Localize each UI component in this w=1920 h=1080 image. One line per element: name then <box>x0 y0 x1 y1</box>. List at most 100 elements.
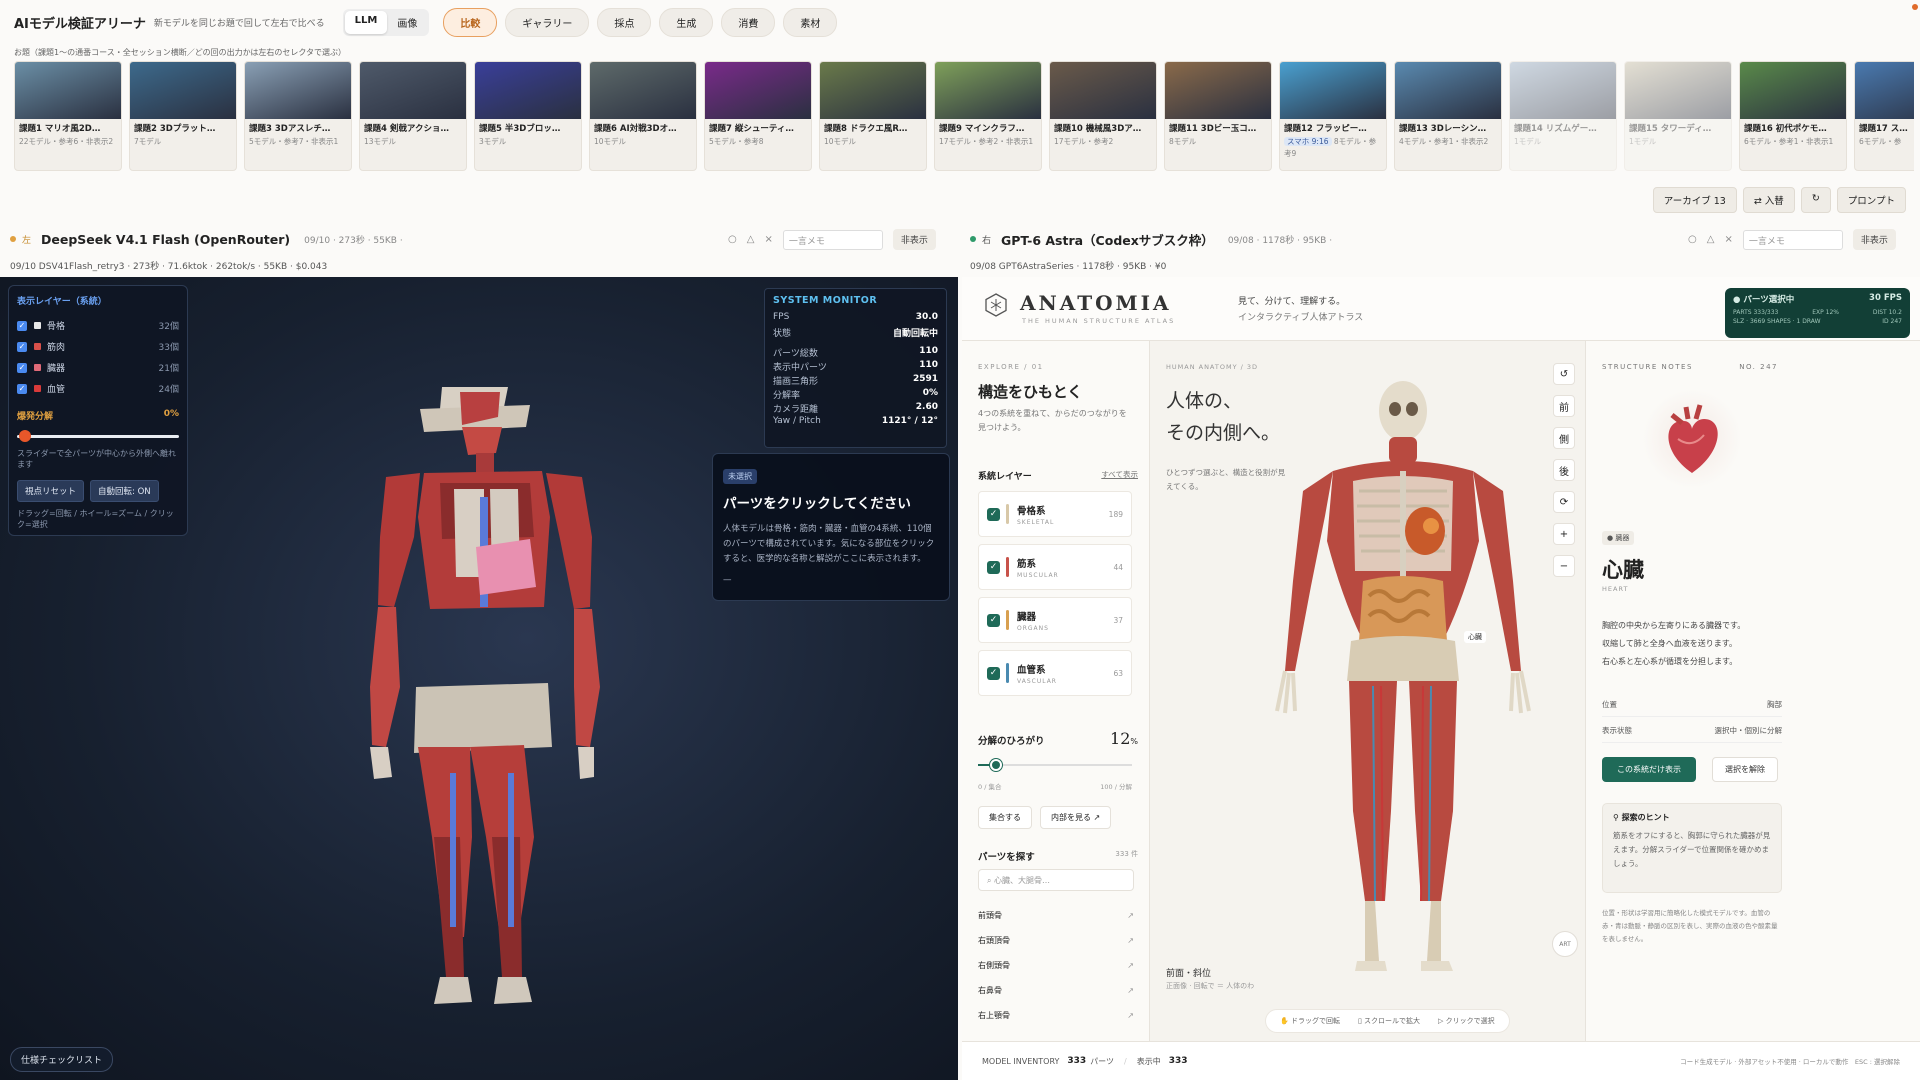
task-card[interactable]: 課題4 剣戟アクショ… 13モデル <box>359 61 467 171</box>
left-hide-button[interactable]: 非表示 <box>892 229 936 250</box>
refresh-button[interactable]: ↻ <box>1800 187 1831 213</box>
tagline-sub: インタラクティブ人体アトラス <box>1238 313 1364 323</box>
task-card[interactable]: 課題6 AI対戦3Dオ… 10モデル <box>589 61 697 171</box>
nav-generate[interactable]: 生成 <box>659 7 714 37</box>
spec-checklist-button[interactable]: 仕様チェックリスト <box>10 1047 114 1072</box>
task-card[interactable]: 課題15 タワーディ… 1モデル <box>1624 61 1732 171</box>
mode-image[interactable]: 画像 <box>387 11 427 34</box>
task-card[interactable]: 課題1 マリオ風2D… 22モデル・参考6・非表示2 <box>14 61 122 171</box>
right-hide-button[interactable]: 非表示 <box>1852 229 1896 250</box>
layer-card-vascular[interactable]: ✓ 血管系 VASCULAR 63 <box>978 650 1132 696</box>
pointer-icon: ▷ <box>1438 1017 1446 1025</box>
organ-category-badge: ● 臓器 <box>1602 531 1635 545</box>
archive-button[interactable]: アーカイブ 13 <box>1652 187 1737 213</box>
show-all-link[interactable]: すべて表示 <box>1101 469 1138 482</box>
left-memo-input[interactable]: 一言メモ <box>782 229 883 250</box>
nav-usage[interactable]: 消費 <box>721 7 776 37</box>
zoom-out-icon[interactable]: − <box>1553 555 1575 577</box>
left-viewport[interactable]: 表示レイヤー（系統） ✓ 骨格 32個 ✓ 筋肉 33個 ✓ 臓器 21個 ✓ 血管 24個 爆… <box>0 277 958 1080</box>
view-tools: ↺ 前 側 後 ⟳ + − <box>1553 363 1575 577</box>
right-memo-input[interactable]: 一言メモ <box>1742 229 1843 250</box>
task-card[interactable]: 課題7 縦シューティ… 5モデル・参考8 <box>704 61 812 171</box>
swap-button[interactable]: ⇄ 入替 <box>1742 187 1795 213</box>
view-back-button[interactable]: 後 <box>1553 459 1575 481</box>
checkbox[interactable]: ✓ <box>987 613 1000 627</box>
reset-view-button[interactable]: 視点リセット <box>17 480 85 502</box>
task-card[interactable]: 課題10 機械風3Dア… 17モデル・参考2 <box>1049 61 1157 171</box>
gather-button[interactable]: 集合する <box>978 806 1032 829</box>
auto-rotate-button[interactable]: 自動回転: ON <box>90 480 159 502</box>
list-item[interactable]: 右上顎骨 ↗ <box>978 1003 1134 1028</box>
heart-label[interactable]: 心臓 <box>1464 631 1486 643</box>
list-item[interactable]: 右頭頂骨 ↗ <box>978 928 1134 953</box>
task-card[interactable]: 課題9 マインクラフ… 17モデル・参考2・非表示1 <box>934 61 1042 171</box>
layer-row-organs[interactable]: ✓ 臓器 21個 <box>17 357 179 378</box>
rotate-icon[interactable]: ⟳ <box>1553 491 1575 513</box>
checkbox[interactable]: ✓ <box>17 341 27 352</box>
mode-llm[interactable]: LLM <box>344 10 388 34</box>
left-model-selector[interactable]: DeepSeek V4.1 Flash (OpenRouter) <box>41 232 290 247</box>
list-item[interactable]: 前頭骨 ↗ <box>978 903 1134 928</box>
triangle-icon[interactable]: △ <box>1707 234 1715 245</box>
task-card[interactable]: 課題8 ドラクエ風R… 10モデル <box>819 61 927 171</box>
checkbox[interactable]: ✓ <box>17 362 27 373</box>
nav-compare[interactable]: 比較 <box>443 7 498 37</box>
view-front-button[interactable]: 前 <box>1553 395 1575 417</box>
zoom-in-icon[interactable]: + <box>1553 523 1575 545</box>
part-search-input[interactable]: ⌕ 心臓、大腿骨… <box>978 869 1134 891</box>
layer-row-muscle[interactable]: ✓ 筋肉 33個 <box>17 336 179 357</box>
list-item[interactable]: 右鼻骨 ↗ <box>978 978 1134 1003</box>
tagline: 見て、分けて、理解する。 <box>1238 297 1346 307</box>
show-system-only-button[interactable]: この系統だけ表示 <box>1602 757 1696 782</box>
right-model-selector[interactable]: GPT-6 Astra（Codexサブスク枠） <box>1001 230 1214 249</box>
checkbox[interactable]: ✓ <box>17 320 27 331</box>
circle-icon[interactable]: ○ <box>728 234 737 245</box>
task-card[interactable]: 課題12 フラッピー… スマホ 9:16 8モデル・参考9 <box>1279 61 1387 171</box>
left-run-meta[interactable]: 09/10 · 273秒 · 55KB · <box>304 233 403 246</box>
right-panel-controls: ○ △ × 一言メモ 非表示 <box>1688 229 1896 250</box>
art-toggle[interactable]: ART <box>1552 931 1578 957</box>
close-icon[interactable]: × <box>764 234 772 245</box>
fps-value: 30 FPS <box>1869 293 1902 303</box>
right-run-meta[interactable]: 09/08 · 1178秒 · 95KB · <box>1228 233 1332 246</box>
circle-icon[interactable]: ○ <box>1688 234 1697 245</box>
triangle-icon[interactable]: △ <box>747 234 755 245</box>
view-side-button[interactable]: 側 <box>1553 427 1575 449</box>
task-card[interactable]: 課題16 初代ポケモ… 6モデル・参考1・非表示1 <box>1739 61 1847 171</box>
right-side-label: 右 <box>982 235 992 246</box>
checkbox[interactable]: ✓ <box>987 560 1000 574</box>
slider-handle[interactable] <box>990 759 1003 771</box>
nav-score[interactable]: 採点 <box>597 7 652 37</box>
close-icon[interactable]: × <box>1724 234 1732 245</box>
list-item[interactable]: 右側頭骨 ↗ <box>978 953 1134 978</box>
undo-icon[interactable]: ↺ <box>1553 363 1575 385</box>
explode-slider[interactable] <box>17 430 179 442</box>
task-card[interactable]: 課題2 3Dプラット… 7モデル <box>129 61 237 171</box>
clear-selection-button[interactable]: 選択を解除 <box>1712 757 1778 782</box>
task-card[interactable]: 課題13 3Dレーシン… 4モデル・参考1・非表示2 <box>1394 61 1502 171</box>
task-thumbnail <box>1395 62 1501 119</box>
anatomy-body-model[interactable] <box>1150 341 1585 1041</box>
spread-slider[interactable] <box>978 759 1132 771</box>
arrow-icon: ↗ <box>1127 936 1134 945</box>
prompt-button[interactable]: プロンプト <box>1836 187 1906 213</box>
task-card[interactable]: 課題5 半3Dブロッ… 3モデル <box>474 61 582 171</box>
task-card[interactable]: 課題17 ス… 6モデル・参 <box>1854 61 1914 171</box>
nav-assets[interactable]: 素材 <box>783 7 838 37</box>
task-card[interactable]: 課題14 リズムゲー… 1モデル <box>1509 61 1617 171</box>
layer-row-vessels[interactable]: ✓ 血管 24個 <box>17 378 179 399</box>
anatomy-viewport[interactable]: HUMAN ANATOMY / 3D 人体の、 その内側へ。 ひとつずつ選ぶと、構… <box>1150 341 1585 1041</box>
task-card[interactable]: 課題11 3Dビー玉コ… 8モデル <box>1164 61 1272 171</box>
layer-card-organs[interactable]: ✓ 臓器 ORGANS 37 <box>978 597 1132 643</box>
task-thumbnail <box>1625 62 1731 119</box>
slider-handle[interactable] <box>19 430 31 442</box>
layer-card-skeletal[interactable]: ✓ 骨格系 SKELETAL 189 <box>978 491 1132 537</box>
checkbox[interactable]: ✓ <box>17 383 27 394</box>
checkbox[interactable]: ✓ <box>987 666 1000 680</box>
nav-gallery[interactable]: ギャラリー <box>505 7 590 37</box>
layer-row-skeleton[interactable]: ✓ 骨格 32個 <box>17 315 179 336</box>
layer-card-muscular[interactable]: ✓ 筋系 MUSCULAR 44 <box>978 544 1132 590</box>
task-card[interactable]: 課題3 3Dアスレチ… 5モデル・参考7・非表示1 <box>244 61 352 171</box>
checkbox[interactable]: ✓ <box>987 507 1000 521</box>
see-inside-button[interactable]: 内部を見る ↗ <box>1040 806 1112 829</box>
